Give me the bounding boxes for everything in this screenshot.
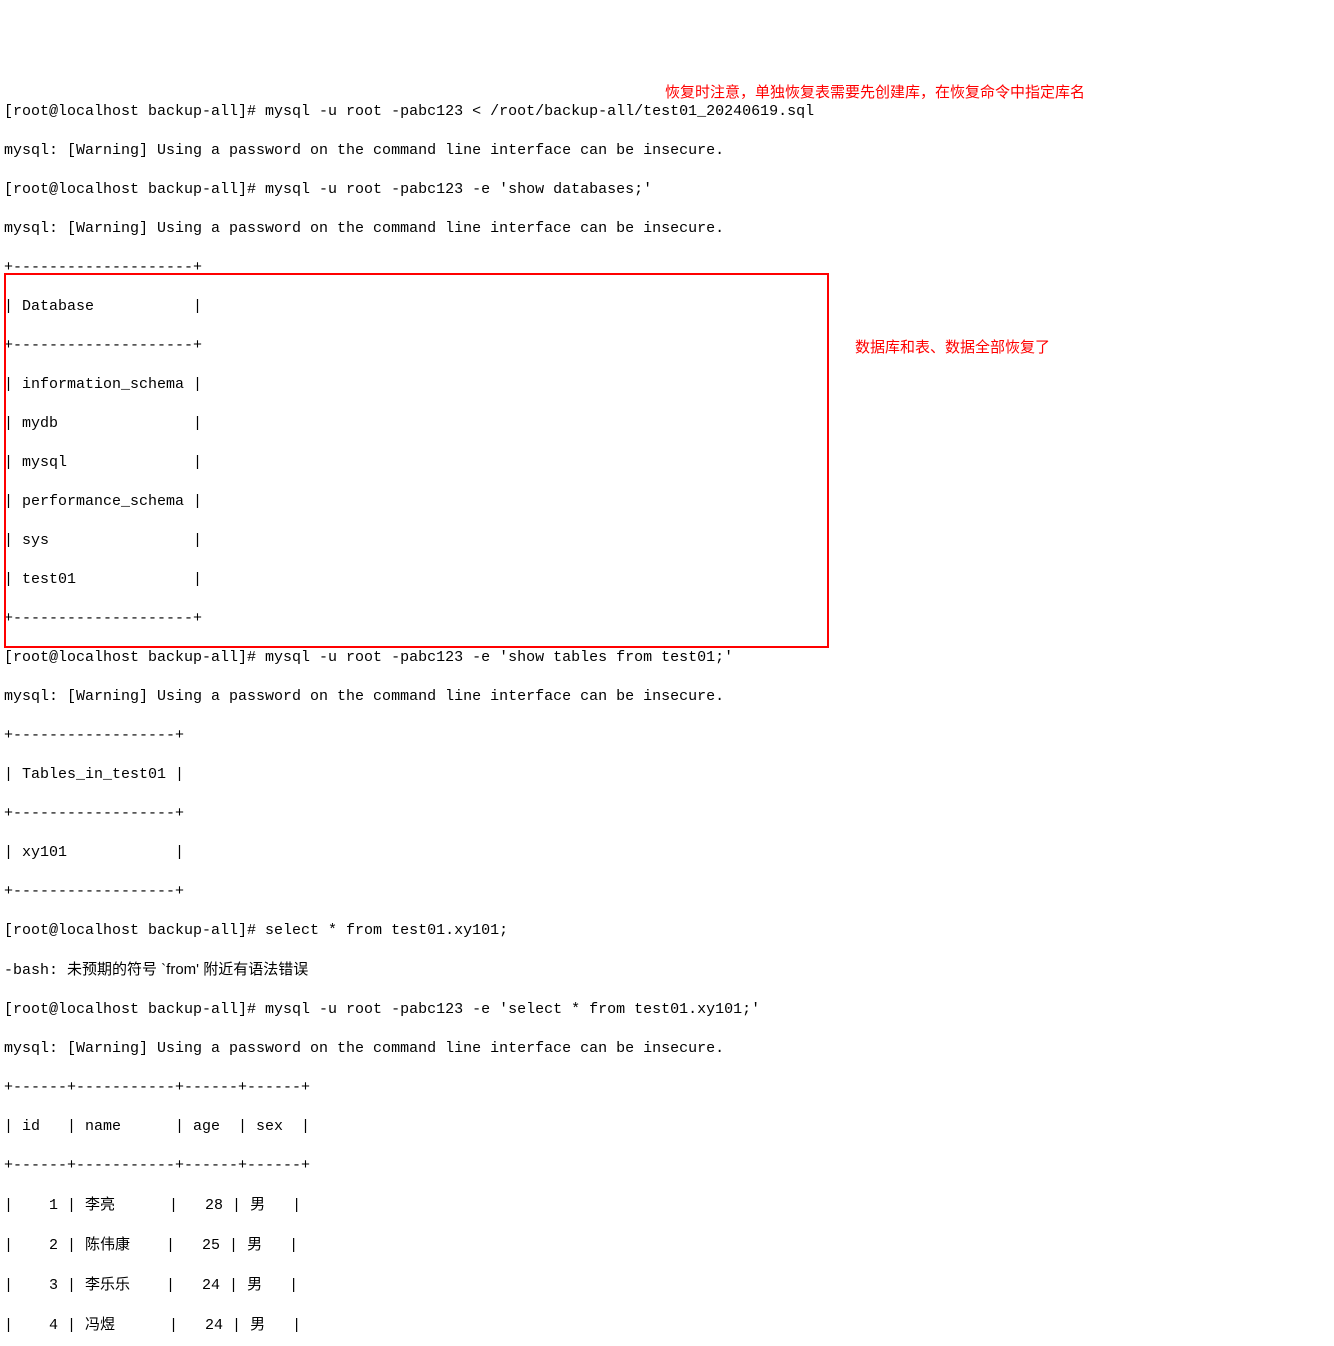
output-line: mysql: [Warning] Using a password on the…: [4, 1039, 1330, 1059]
table-row: | information_schema |: [4, 375, 1330, 395]
cell: 冯煜: [85, 1316, 115, 1333]
table-row: | xy101 |: [4, 843, 1330, 863]
table-header: | Database |: [4, 297, 1330, 317]
cell: 陈伟康: [85, 1236, 130, 1253]
cmd-line: [root@localhost backup-all]# mysql -u ro…: [4, 1000, 1330, 1020]
cell: 男: [250, 1316, 265, 1333]
table-border: +------+-----------+------+------+: [4, 1078, 1330, 1098]
table-row: | 4 | 冯煜 | 24 | 男 |: [4, 1315, 1330, 1336]
cell: |: [262, 1237, 298, 1254]
cmd-line: [root@localhost backup-all]# select * fr…: [4, 921, 1330, 941]
table-border: +------------------+: [4, 882, 1330, 902]
cmd-line: [root@localhost backup-all]# mysql -u ro…: [4, 648, 1330, 668]
cell: | 1 |: [4, 1197, 85, 1214]
table-row: | sys |: [4, 531, 1330, 551]
table-row: | mysql |: [4, 453, 1330, 473]
annotation-note-2: 数据库和表、数据全部恢复了: [855, 338, 1050, 358]
cell: 男: [247, 1236, 262, 1253]
cell: 男: [250, 1196, 265, 1213]
table-row: | mydb |: [4, 414, 1330, 434]
table-border: +------------------+: [4, 726, 1330, 746]
table-row: | performance_schema |: [4, 492, 1330, 512]
output-line: mysql: [Warning] Using a password on the…: [4, 141, 1330, 161]
cell: | 4 |: [4, 1317, 85, 1334]
cmd-line: [root@localhost backup-all]# mysql -u ro…: [4, 102, 1330, 122]
table-header: | Tables_in_test01 |: [4, 765, 1330, 785]
error-line: -bash: 未预期的符号 `from' 附近有语法错误: [4, 960, 1330, 981]
table-border: +--------------------+: [4, 258, 1330, 278]
cell: 李乐乐: [85, 1276, 130, 1293]
error-prefix: -bash:: [4, 962, 67, 979]
error-msg: 未预期的符号 `from' 附近有语法错误: [67, 961, 308, 978]
cell: | 24 |: [130, 1277, 247, 1294]
cell: |: [265, 1197, 301, 1214]
cell: 李亮: [85, 1196, 115, 1213]
cell: | 24 |: [115, 1317, 250, 1334]
output-line: mysql: [Warning] Using a password on the…: [4, 219, 1330, 239]
cmd-line: [root@localhost backup-all]# mysql -u ro…: [4, 180, 1330, 200]
cell: | 2 |: [4, 1237, 85, 1254]
cell: |: [262, 1277, 298, 1294]
cell: | 25 |: [130, 1237, 247, 1254]
terminal-output: [root@localhost backup-all]# mysql -u ro…: [4, 82, 1330, 1346]
table-row: | test01 |: [4, 570, 1330, 590]
cell: | 28 |: [115, 1197, 250, 1214]
table-border: +--------------------+: [4, 609, 1330, 629]
table-header: | id | name | age | sex |: [4, 1117, 1330, 1137]
output-line: mysql: [Warning] Using a password on the…: [4, 687, 1330, 707]
table-row: | 1 | 李亮 | 28 | 男 |: [4, 1195, 1330, 1216]
cell: |: [265, 1317, 301, 1334]
table-row: | 2 | 陈伟康 | 25 | 男 |: [4, 1235, 1330, 1256]
table-border: +--------------------+: [4, 336, 1330, 356]
table-border: +------------------+: [4, 804, 1330, 824]
cell: | 3 |: [4, 1277, 85, 1294]
table-row: | 3 | 李乐乐 | 24 | 男 |: [4, 1275, 1330, 1296]
table-border: +------+-----------+------+------+: [4, 1156, 1330, 1176]
cell: 男: [247, 1276, 262, 1293]
annotation-note-1: 恢复时注意，单独恢复表需要先创建库，在恢复命令中指定库名: [665, 83, 1085, 103]
